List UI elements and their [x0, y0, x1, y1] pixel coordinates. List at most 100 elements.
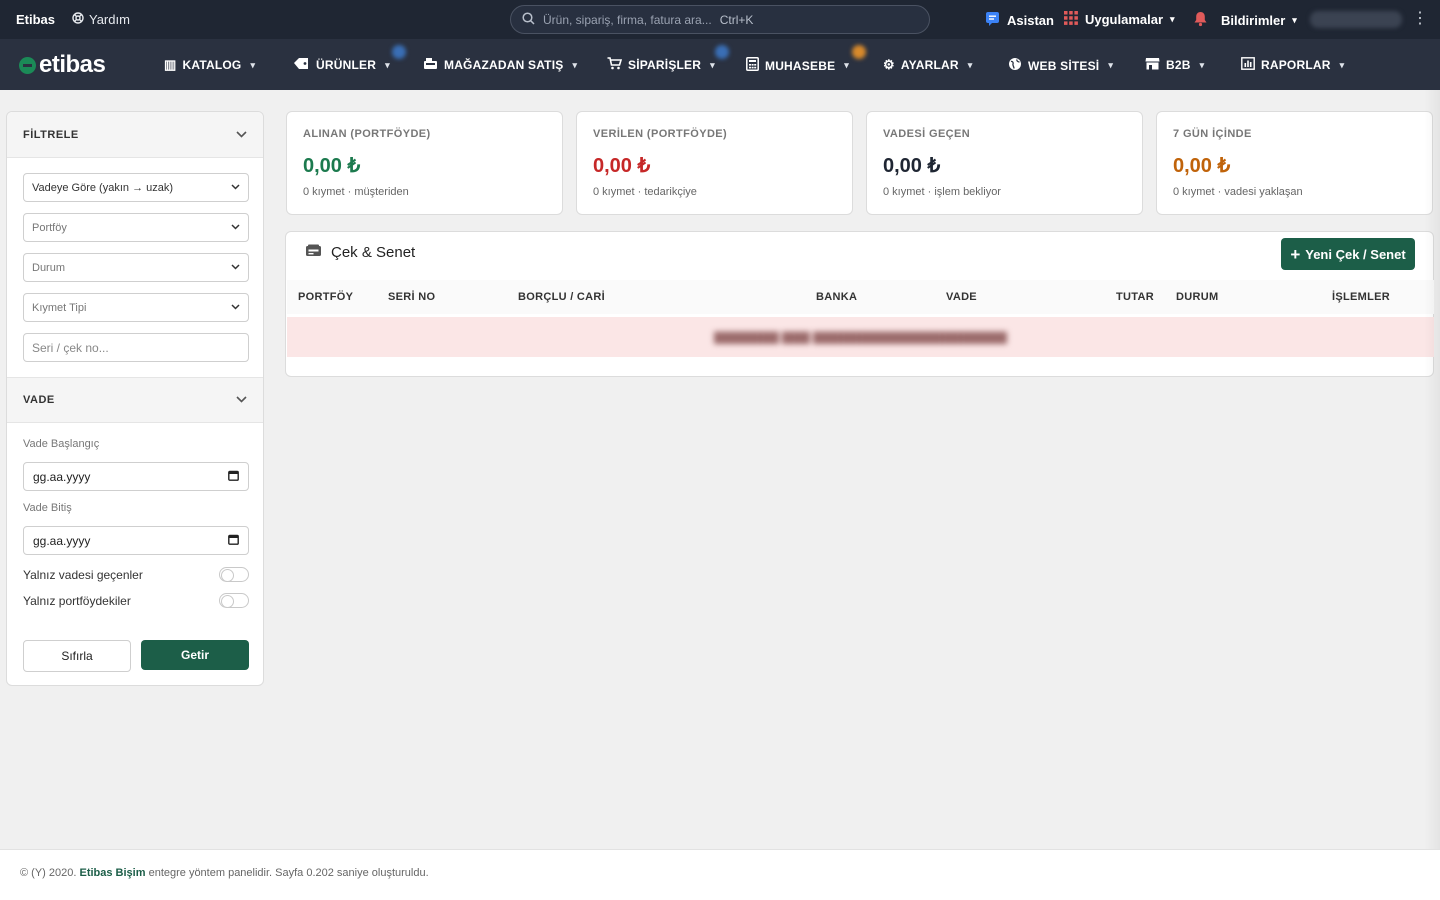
column-header[interactable]: BANKA: [816, 291, 857, 303]
cheques-table-card: Çek & Senet + Yeni Çek / Senet PORTFÖY S…: [285, 231, 1434, 377]
due-section-header[interactable]: VADE: [7, 377, 263, 423]
new-cheque-button[interactable]: + Yeni Çek / Senet: [1281, 238, 1415, 270]
column-header[interactable]: DURUM: [1176, 291, 1218, 303]
chevron-down-icon: [231, 262, 240, 273]
calendar-icon[interactable]: [228, 534, 239, 548]
footer-suffix: entegre yöntem panelidir. Sayfa 0.202 sa…: [148, 867, 429, 879]
more-vertical-icon[interactable]: ⋮: [1412, 8, 1428, 28]
stat-subtitle: 0 kıymet · vadesi yaklaşan: [1173, 186, 1303, 198]
tag-icon: [293, 57, 310, 73]
gear-icon: ⚙: [883, 57, 895, 72]
new-cheque-label: Yeni Çek / Senet: [1305, 246, 1406, 262]
stat-value: 0,00 ₺: [593, 155, 651, 177]
reset-button[interactable]: Sıfırla: [23, 640, 131, 672]
chevron-down-icon: [236, 394, 247, 406]
due-start-value: gg.aa.yyyy: [33, 469, 91, 484]
column-header[interactable]: PORTFÖY: [298, 291, 353, 303]
due-start-date-input[interactable]: gg.aa.yyyy: [23, 462, 249, 491]
logo-text: etibas: [39, 51, 106, 78]
stat-subtitle: 0 kıymet · müşteriden: [303, 186, 409, 198]
assistant-button[interactable]: Asistan: [985, 11, 1054, 30]
chevron-down-icon: ▾: [1199, 59, 1205, 70]
stat-title: 7 GÜN İÇİNDE: [1173, 128, 1252, 140]
chevron-down-icon: ▾: [1292, 15, 1297, 25]
column-header[interactable]: TUTAR: [1116, 291, 1154, 303]
nav-raporlar[interactable]: RAPORLAR ▾: [1241, 57, 1344, 73]
main-navigation: etibas ▥ KATALOG ▾ ÜRÜNLER ▾ MAĞAZADAN S…: [0, 39, 1440, 90]
apps-menu[interactable]: Uygulamalar ▾: [1064, 11, 1175, 28]
chat-assistant-icon: [985, 11, 1000, 30]
cash-register-icon: [423, 57, 438, 73]
stat-subtitle: 0 kıymet · tedarikçiye: [593, 186, 697, 198]
nav-siparisler[interactable]: SİPARİŞLER ▾: [607, 57, 715, 73]
chevron-down-icon: ▾: [1108, 60, 1114, 70]
nav-label: KATALOG: [182, 58, 242, 72]
stat-title: ALINAN (PORTFÖYDE): [303, 128, 431, 140]
nav-label: SİPARİŞLER: [628, 58, 702, 72]
nav-label: WEB SİTESİ: [1028, 58, 1100, 73]
chevron-down-icon: ▾: [385, 59, 390, 70]
top-brand[interactable]: Etibas: [16, 12, 55, 27]
column-header[interactable]: VADE: [946, 291, 977, 303]
stat-value: 0,00 ₺: [303, 155, 361, 177]
portfolio-select[interactable]: Portföy: [23, 213, 249, 242]
notifications-menu[interactable]: Bildirimler ▾: [1193, 11, 1297, 30]
lifebuoy-icon: [72, 12, 84, 27]
nav-urunler[interactable]: ÜRÜNLER ▾: [293, 57, 390, 73]
nav-label: ÜRÜNLER: [316, 58, 377, 72]
filter-section-header[interactable]: FİLTRELE: [7, 112, 263, 158]
search-shortcut: Ctrl+K: [719, 12, 754, 27]
instrument-type-select[interactable]: Kıymet Tipi: [23, 293, 249, 322]
search-icon: [522, 11, 535, 28]
column-header[interactable]: İŞLEMLER: [1332, 291, 1390, 303]
fetch-button[interactable]: Getir: [141, 640, 249, 670]
only-overdue-toggle[interactable]: [219, 567, 249, 582]
calendar-icon[interactable]: [228, 470, 239, 484]
nav-katalog[interactable]: ▥ KATALOG ▾: [164, 57, 255, 73]
chevron-down-icon: [231, 182, 240, 193]
status-select[interactable]: Durum: [23, 253, 249, 282]
only-portfolio-toggle[interactable]: [219, 593, 249, 608]
edge-shadow: [1424, 90, 1440, 900]
stat-card-given: VERİLEN (PORTFÖYDE) 0,00 ₺ 0 kıymet · te…: [576, 111, 853, 215]
nav-label: MAĞAZADAN SATIŞ: [444, 58, 564, 72]
sort-select-value: Vadeye Göre (yakın → uzak): [32, 181, 174, 194]
nav-badge: [715, 45, 729, 59]
books-icon: ▥: [164, 57, 177, 72]
footer: © (Y) 2020. Etibas Bişim entegre yöntem …: [0, 849, 1440, 900]
help-link[interactable]: Yardım: [72, 12, 130, 27]
store-icon: [1145, 57, 1160, 73]
due-end-date-input[interactable]: gg.aa.yyyy: [23, 526, 249, 555]
table-title-row: Çek & Senet: [305, 244, 415, 261]
nav-ayarlar[interactable]: ⚙ AYARLAR ▾: [883, 57, 972, 73]
due-end-value: gg.aa.yyyy: [33, 533, 91, 548]
serial-search-input[interactable]: Seri / çek no...: [23, 333, 249, 362]
globe-icon: [1008, 57, 1022, 74]
chevron-down-icon: ▾: [572, 59, 578, 70]
portfolio-select-value: Portföy: [32, 221, 67, 234]
nav-magazadan-satis[interactable]: MAĞAZADAN SATIŞ ▾: [423, 57, 577, 73]
sort-select[interactable]: Vadeye Göre (yakın → uzak): [23, 173, 249, 202]
search-placeholder: Ürün, sipariş, firma, fatura ara...: [543, 12, 712, 27]
instrument-type-select-value: Kıymet Tipi: [32, 301, 87, 314]
logo[interactable]: etibas: [19, 51, 106, 79]
filter-title: FİLTRELE: [23, 128, 79, 141]
column-header[interactable]: BORÇLU / CARİ: [518, 291, 605, 303]
footer-brand-link[interactable]: Etibas Bişim: [79, 867, 145, 879]
only-portfolio-label: Yalnız portföydekiler: [23, 593, 131, 608]
user-menu[interactable]: [1310, 11, 1402, 28]
stat-card-overdue: VADESİ GEÇEN 0,00 ₺ 0 kıymet · işlem bek…: [866, 111, 1143, 215]
nav-b2b[interactable]: B2B ▾: [1145, 57, 1204, 73]
global-search-input[interactable]: Ürün, sipariş, firma, fatura ara... Ctrl…: [510, 5, 930, 34]
chevron-down-icon: ▾: [967, 59, 973, 70]
status-select-value: Durum: [32, 261, 66, 274]
stat-value: 0,00 ₺: [883, 155, 941, 177]
column-header[interactable]: SERİ NO: [388, 291, 435, 303]
chevron-down-icon: ▾: [1339, 59, 1345, 70]
nav-web-sitesi[interactable]: WEB SİTESİ ▾: [1008, 57, 1113, 74]
bell-icon: [1193, 11, 1208, 30]
nav-muhasebe[interactable]: MUHASEBE ▾: [746, 57, 849, 74]
stat-subtitle: 0 kıymet · işlem bekliyor: [883, 186, 1001, 198]
stat-title: VERİLEN (PORTFÖYDE): [593, 128, 728, 140]
nav-label: RAPORLAR: [1261, 58, 1331, 72]
